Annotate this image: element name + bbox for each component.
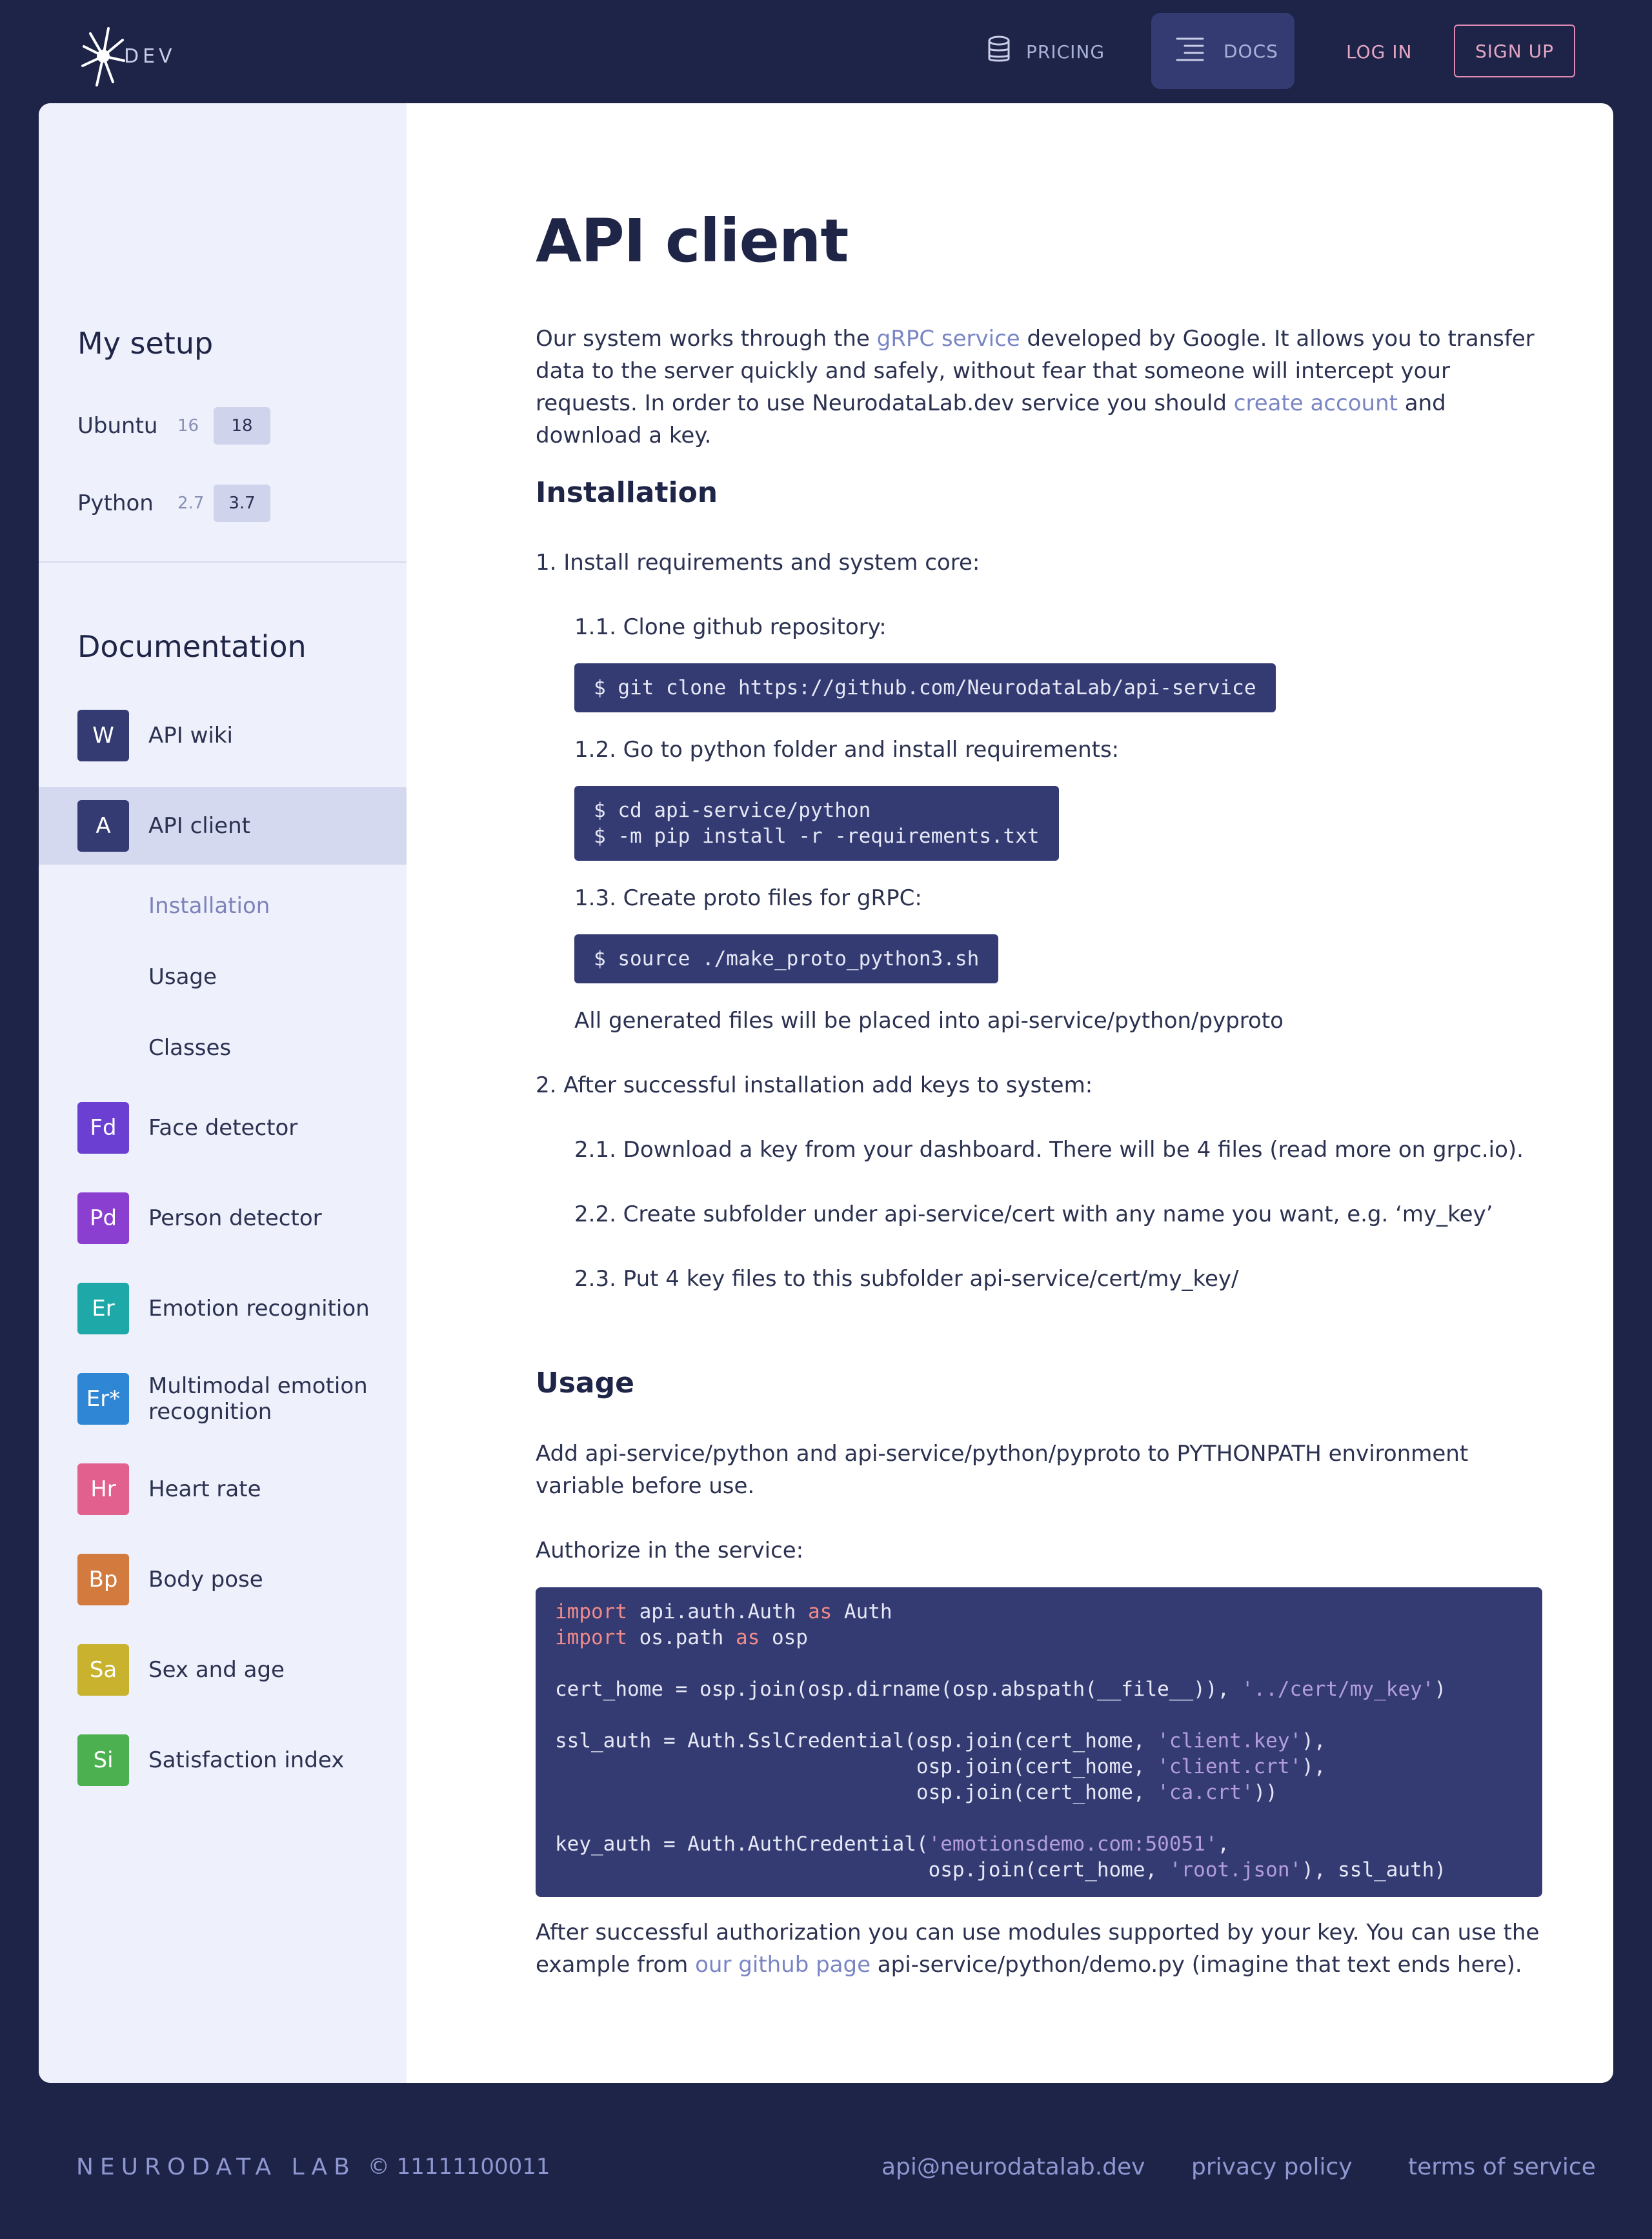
- footer-logo[interactable]: NEURODATA LAB © 11111100011: [76, 2128, 550, 2205]
- setup-python: Python 2.7 3.7: [77, 484, 270, 523]
- top-header: DEV PRICING DOCS LOG IN SIGN UP: [0, 0, 1652, 103]
- sidebar-item-api-client[interactable]: A API client: [39, 787, 407, 865]
- sidebar-item-body-pose[interactable]: Bp Body pose: [39, 1554, 407, 1605]
- footer-email-link[interactable]: api@neurodatalab.dev: [881, 2154, 1145, 2180]
- sidebar-divider: [39, 561, 407, 563]
- sidebar-item-label: Body pose: [148, 1567, 263, 1592]
- footer: NEURODATA LAB © 11111100011 api@neurodat…: [0, 2083, 1652, 2239]
- badge-icon: Si: [77, 1734, 129, 1786]
- main-card: My setup Ubuntu 16 18 Python 2.7 3.7 Doc…: [39, 103, 1613, 2083]
- usage-heading: Usage: [536, 1367, 634, 1400]
- footer-terms-link[interactable]: terms of service: [1408, 2154, 1596, 2180]
- setup-title: My setup: [77, 326, 214, 361]
- nav-pricing[interactable]: PRICING: [987, 32, 1105, 71]
- create-account-link[interactable]: create account: [1234, 390, 1398, 416]
- nav-docs[interactable]: DOCS: [1151, 13, 1294, 89]
- sidebar-item-label: Face detector: [148, 1115, 298, 1141]
- badge-icon: Fd: [77, 1102, 129, 1154]
- badge-icon: Hr: [77, 1463, 129, 1515]
- sidebar-item-sex-and-age[interactable]: Sa Sex and age: [39, 1644, 407, 1696]
- badge-icon: W: [77, 710, 129, 761]
- sidebar-item-label: API client: [148, 813, 250, 839]
- footer-copyright: © 11111100011: [367, 2154, 550, 2180]
- badge-icon: Er*: [77, 1373, 129, 1425]
- page-title: API client: [536, 206, 849, 276]
- authorize-paragraph: Authorize in the service:: [536, 1538, 804, 1563]
- footer-brand: NEURODATA LAB: [76, 2153, 356, 2180]
- nav-pricing-label: PRICING: [1026, 41, 1105, 63]
- sidebar-item-label: Sex and age: [148, 1657, 285, 1683]
- sidebar-item-label: API wiki: [148, 723, 233, 748]
- sidebar-subitem-usage[interactable]: Usage: [148, 958, 217, 996]
- sidebar: My setup Ubuntu 16 18 Python 2.7 3.7 Doc…: [39, 103, 407, 2083]
- badge-icon: Bp: [77, 1554, 129, 1605]
- grpc-link[interactable]: gRPC service: [877, 326, 1020, 352]
- database-icon: [987, 35, 1011, 68]
- step-2-2: 2.2. Create subfolder under api-service/…: [574, 1201, 1493, 1227]
- setup-label: Python: [77, 490, 154, 516]
- badge-icon: Er: [77, 1283, 129, 1334]
- code-proto: $ source ./make_proto_python3.sh: [574, 934, 999, 983]
- final-paragraph: After successful authorization you can u…: [536, 1916, 1555, 1981]
- final-text: api-service/python/demo.py (imagine that…: [871, 1952, 1522, 1978]
- sidebar-item-satisfaction-index[interactable]: Si Satisfaction index: [39, 1734, 407, 1786]
- doc-content: API client Our system works through the …: [407, 103, 1613, 2083]
- setup-option-selected[interactable]: 3.7: [214, 485, 270, 522]
- sidebar-item-label: Emotion recognition: [148, 1296, 370, 1321]
- sidebar-item-label: Heart rate: [148, 1476, 261, 1502]
- sidebar-subitem-classes[interactable]: Classes: [148, 1029, 231, 1067]
- sidebar-item-heart-rate[interactable]: Hr Heart rate: [39, 1463, 407, 1515]
- logo[interactable]: DEV: [77, 21, 181, 92]
- github-page-link[interactable]: our github page: [695, 1952, 871, 1978]
- step-1-1: 1.1. Clone github repository:: [574, 614, 887, 640]
- setup-label: Ubuntu: [77, 413, 158, 439]
- setup-option-selected[interactable]: 18: [214, 407, 270, 445]
- nav-docs-label: DOCS: [1224, 40, 1278, 62]
- sidebar-item-label: Person detector: [148, 1205, 322, 1231]
- footer-privacy-link[interactable]: privacy policy: [1191, 2154, 1353, 2180]
- generated-note: All generated files will be placed into …: [574, 1008, 1284, 1034]
- step-2-1: 2.1. Download a key from your dashboard.…: [574, 1137, 1524, 1163]
- setup-ubuntu: Ubuntu 16 18: [77, 407, 270, 445]
- sidebar-item-multimodal-emotion[interactable]: Er* Multimodal emotion recognition: [39, 1373, 407, 1425]
- badge-icon: Pd: [77, 1192, 129, 1244]
- logo-text: DEV: [124, 45, 176, 68]
- step-2-3: 2.3. Put 4 key files to this subfolder a…: [574, 1266, 1239, 1292]
- docs-list-icon: [1176, 36, 1204, 66]
- code-clone: $ git clone https://github.com/Neurodata…: [574, 663, 1276, 712]
- step-1: 1. Install requirements and system core:: [536, 550, 980, 576]
- code-install: $ cd api-service/python $ -m pip install…: [574, 786, 1059, 861]
- sidebar-item-face-detector[interactable]: Fd Face detector: [39, 1102, 407, 1154]
- step-2: 2. After successful installation add key…: [536, 1072, 1093, 1098]
- docs-title: Documentation: [77, 629, 307, 664]
- badge-icon: A: [77, 800, 129, 852]
- step-1-2: 1.2. Go to python folder and install req…: [574, 737, 1120, 763]
- code-authorize: import api.auth.Auth as Auth import os.p…: [536, 1587, 1542, 1897]
- setup-option[interactable]: 16: [177, 416, 214, 436]
- usage-paragraph: Add api-service/python and api-service/p…: [536, 1441, 1469, 1499]
- sidebar-subitem-installation[interactable]: Installation: [148, 887, 270, 925]
- sidebar-item-label: Multimodal emotion recognition: [148, 1373, 368, 1425]
- neuron-logo-icon: [81, 27, 125, 86]
- sidebar-item-person-detector[interactable]: Pd Person detector: [39, 1192, 407, 1244]
- login-link[interactable]: LOG IN: [1346, 32, 1412, 71]
- setup-option[interactable]: 2.7: [177, 494, 214, 513]
- intro-text: Our system works through the: [536, 326, 877, 352]
- step-1-3: 1.3. Create proto files for gRPC:: [574, 885, 922, 911]
- badge-icon: Sa: [77, 1644, 129, 1696]
- sidebar-item-label: Satisfaction index: [148, 1747, 345, 1773]
- signup-button[interactable]: SIGN UP: [1454, 25, 1575, 77]
- intro-paragraph: Our system works through the gRPC servic…: [536, 323, 1555, 452]
- sidebar-item-api-wiki[interactable]: W API wiki: [39, 710, 407, 761]
- sidebar-item-emotion-recognition[interactable]: Er Emotion recognition: [39, 1283, 407, 1334]
- installation-heading: Installation: [536, 476, 718, 509]
